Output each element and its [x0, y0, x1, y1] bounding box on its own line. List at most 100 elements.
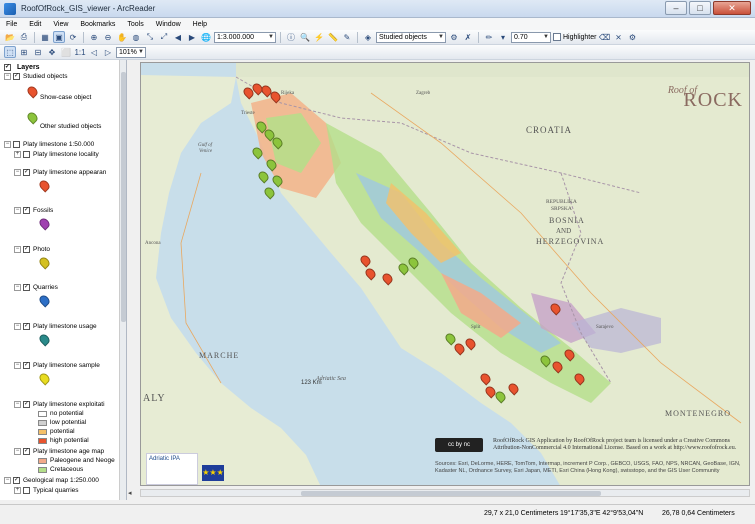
toc-scrollbar[interactable] [119, 60, 126, 500]
expand-icon[interactable]: + [14, 487, 21, 494]
menu-bookmarks[interactable]: Bookmarks [80, 21, 115, 28]
back-extent-icon[interactable]: ◀ [172, 31, 184, 43]
toc-row-quarries[interactable]: − ✓ Quarries [14, 283, 58, 292]
collapse-icon[interactable]: − [4, 141, 11, 148]
layers-checkbox[interactable]: ✓ [4, 63, 11, 71]
toc-row-typical-quarries[interactable]: + Typical quarries [14, 486, 79, 495]
collapse-icon[interactable]: − [4, 73, 11, 80]
clear-icon[interactable]: ✗ [462, 31, 474, 43]
minimize-button[interactable]: – [665, 1, 687, 15]
collapse-icon[interactable]: − [14, 362, 21, 369]
layer-checkbox[interactable]: ✓ [23, 448, 30, 455]
highlighter-label: Highlighter [563, 33, 597, 41]
eraser-icon[interactable]: ⌫ [598, 31, 610, 43]
collapse-icon[interactable]: − [14, 246, 21, 253]
collapse-icon[interactable]: − [14, 401, 21, 408]
close-button[interactable]: ✕ [713, 1, 751, 15]
menu-tools[interactable]: Tools [127, 21, 143, 28]
toolbar-separator [280, 31, 281, 43]
toc-row-age-map[interactable]: − ✓ Platy limestone age map [14, 447, 104, 456]
layer-checkbox[interactable]: ✓ [13, 73, 20, 80]
menu-file[interactable]: File [6, 21, 17, 28]
layer-checkbox[interactable] [23, 487, 30, 494]
layer-checkbox[interactable]: ✓ [23, 246, 30, 253]
coordinates-readout: 19°17'35,3"E 42°9'53,04"N [560, 510, 644, 517]
toc-row-studied-objects[interactable]: − ✓ Studied objects [4, 72, 67, 81]
find-icon[interactable]: 🔍 [299, 31, 311, 43]
layer-checkbox[interactable]: ✓ [23, 284, 30, 291]
layout-view-icon[interactable]: ▣ [53, 31, 65, 43]
map-view[interactable]: CROATIA REPUBLIKA SRPSKA BOSNIA AND HERZ… [140, 62, 750, 486]
print-icon[interactable]: ⎙ [18, 31, 30, 43]
collapse-icon[interactable]: − [14, 207, 21, 214]
zoom-out-icon[interactable]: ⊖ [102, 31, 114, 43]
pen-color-icon[interactable]: ✏ [483, 31, 495, 43]
zoom-100-icon[interactable]: 1:1 [74, 46, 86, 58]
toc-row-locality[interactable]: + Platy limestone locality [14, 150, 99, 159]
hyperlink-icon[interactable]: ⚡ [313, 31, 325, 43]
menu-view[interactable]: View [53, 21, 68, 28]
layer-checkbox[interactable]: ✓ [23, 169, 30, 176]
expand-icon[interactable]: + [14, 151, 21, 158]
zoom-percent-combo[interactable]: 101% ▼ [116, 46, 146, 58]
open-icon[interactable]: 📂 [4, 31, 16, 43]
layout-back-icon[interactable]: ◁ [88, 46, 100, 58]
collapse-icon[interactable]: − [14, 323, 21, 330]
layer-checkbox[interactable] [13, 141, 20, 148]
ink-options-icon[interactable]: ⚙ [626, 31, 638, 43]
toc-row-usage[interactable]: − ✓ Platy limestone usage [14, 322, 97, 331]
layout-pan-icon[interactable]: ✥ [46, 46, 58, 58]
toc-scroll-thumb[interactable] [121, 72, 126, 322]
identify-icon[interactable]: ⓘ [285, 31, 297, 43]
refresh-icon[interactable]: ⟳ [67, 31, 79, 43]
collapse-icon[interactable]: − [14, 169, 21, 176]
fixed-zoom-in-icon[interactable]: ⤡ [144, 31, 156, 43]
menu-window[interactable]: Window [156, 21, 181, 28]
layer-checkbox[interactable]: ✓ [23, 323, 30, 330]
clear-ink-icon[interactable]: ⨯ [612, 31, 624, 43]
collapse-icon[interactable]: − [14, 448, 21, 455]
swipe-icon[interactable]: ✎ [341, 31, 353, 43]
layout-forward-icon[interactable]: ▷ [102, 46, 114, 58]
layer-checkbox[interactable]: ✓ [23, 207, 30, 214]
map-scroll-thumb[interactable] [301, 491, 601, 496]
measure-icon[interactable]: 📏 [327, 31, 339, 43]
zoom-whole-page-icon[interactable]: ⬜ [60, 46, 72, 58]
select-elements-icon[interactable]: ⬚ [4, 46, 16, 58]
pen-dropdown-icon[interactable]: ▾ [497, 31, 509, 43]
layer-checkbox[interactable]: ✓ [23, 401, 30, 408]
globe-icon[interactable]: 🌐 [200, 31, 212, 43]
menu-help[interactable]: Help [193, 21, 207, 28]
map-horizontal-scrollbar[interactable] [140, 489, 750, 497]
data-view-icon[interactable]: ▦ [39, 31, 51, 43]
line-width-combo[interactable]: 0.70 ▼ [511, 31, 551, 43]
layer-select[interactable]: Studied objects ▼ [376, 31, 446, 43]
toc-row-platy-50000[interactable]: − Platy limestone 1:50.000 [4, 140, 94, 149]
layout-nav-icon[interactable]: ◂ [128, 489, 140, 498]
toc-row-exploitation[interactable]: − ✓ Platy limestone exploitati [14, 400, 105, 409]
layers-root[interactable]: ✓ Layers [0, 62, 126, 72]
zoom-in-icon[interactable]: ⊕ [88, 31, 100, 43]
collapse-icon[interactable]: − [4, 477, 11, 484]
toc-row-sample[interactable]: − ✓ Platy limestone sample [14, 361, 100, 370]
highlighter-checkbox[interactable] [553, 33, 561, 41]
layer-checkbox[interactable]: ✓ [13, 477, 20, 484]
toc-row-fossils[interactable]: − ✓ Fossils [14, 206, 53, 215]
collapse-icon[interactable]: − [14, 284, 21, 291]
toc-row-appearance[interactable]: − ✓ Platy limestone appearan [14, 168, 106, 177]
legend-label: potential [50, 428, 75, 435]
toc-row-geological[interactable]: − ✓ Geological map 1:250.000 [4, 476, 99, 485]
maximize-button[interactable]: □ [689, 1, 711, 15]
scale-combo[interactable]: 1:3.000.000 ▼ [214, 31, 276, 43]
layout-zoom-out-icon[interactable]: ⊟ [32, 46, 44, 58]
layer-options-icon[interactable]: ⚙ [448, 31, 460, 43]
layer-checkbox[interactable] [23, 151, 30, 158]
pan-icon[interactable]: ✋ [116, 31, 128, 43]
full-extent-icon[interactable]: ◍ [130, 31, 142, 43]
toc-row-photo[interactable]: − ✓ Photo [14, 245, 50, 254]
fixed-zoom-out-icon[interactable]: ⤢ [158, 31, 170, 43]
forward-extent-icon[interactable]: ▶ [186, 31, 198, 43]
menu-edit[interactable]: Edit [29, 21, 41, 28]
layout-zoom-in-icon[interactable]: ⊞ [18, 46, 30, 58]
layer-checkbox[interactable]: ✓ [23, 362, 30, 369]
